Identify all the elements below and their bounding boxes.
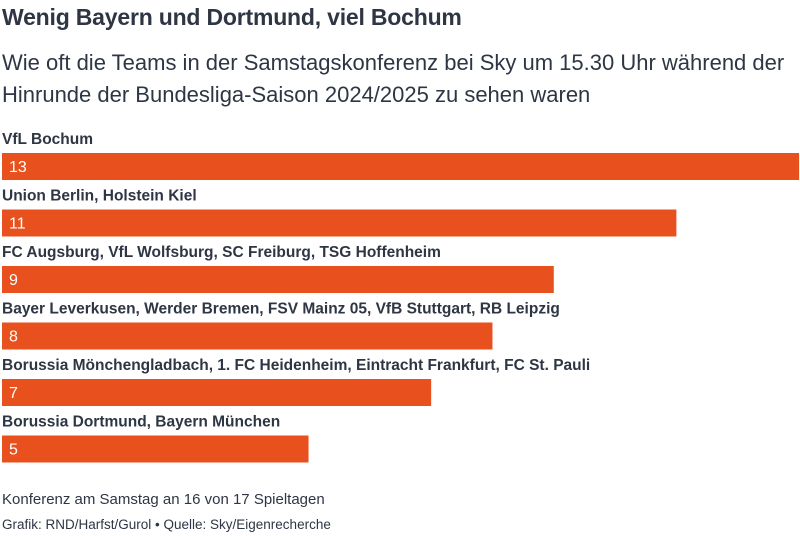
bar xyxy=(2,153,799,180)
chart-title: Wenig Bayern und Dortmund, viel Bochum xyxy=(2,4,462,30)
bar xyxy=(2,266,554,293)
bar xyxy=(2,209,677,237)
value-label: 13 xyxy=(9,159,27,176)
value-label: 11 xyxy=(9,216,26,233)
category-label: FC Augsburg, VfL Wolfsburg, SC Freiburg,… xyxy=(2,244,441,261)
chart-subtitle: Wie oft die Teams in der Samstagskonfere… xyxy=(2,50,785,107)
bar xyxy=(2,322,493,350)
value-label: 8 xyxy=(9,329,18,346)
bar xyxy=(2,379,432,406)
bar xyxy=(2,435,309,463)
chart-note: Konferenz am Samstag an 16 von 17 Spielt… xyxy=(2,491,325,508)
value-label: 9 xyxy=(9,272,18,289)
category-label: Union Berlin, Holstein Kiel xyxy=(2,188,197,205)
value-label: 7 xyxy=(9,385,18,402)
chart-source: Grafik: RND/Harfst/Gurol • Quelle: Sky/E… xyxy=(2,517,331,532)
category-label: Borussia Dortmund, Bayern München xyxy=(2,414,280,431)
category-label: Borussia Mönchengladbach, 1. FC Heidenhe… xyxy=(2,357,590,374)
bar-chart: VfL Bochum 13 Union Berlin, Holstein Kiel 1… xyxy=(2,131,799,463)
value-label: 5 xyxy=(9,442,18,459)
category-label: Bayer Leverkusen, Werder Bremen, FSV Mai… xyxy=(2,301,560,318)
category-label: VfL Bochum xyxy=(2,131,93,148)
